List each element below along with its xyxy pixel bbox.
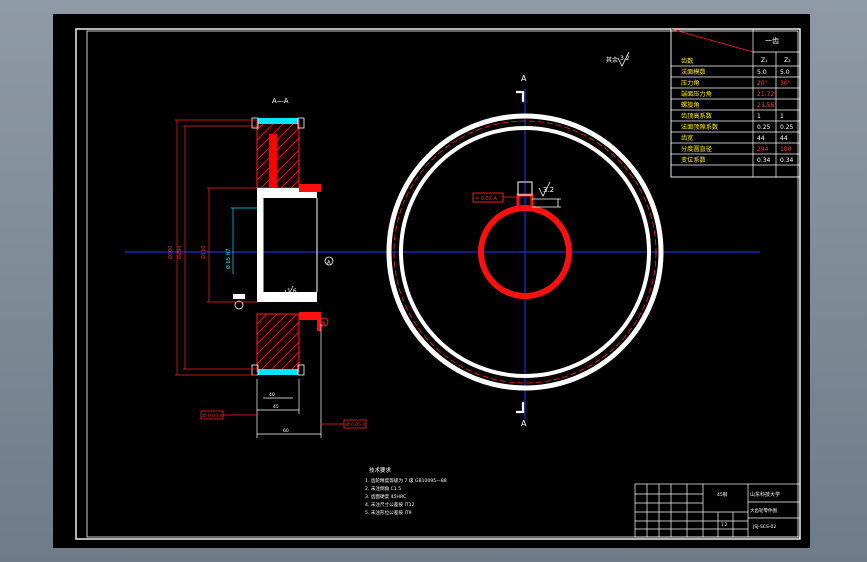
table-row-label: 压力角	[681, 79, 700, 87]
table-row-value-z2: 100	[780, 146, 792, 153]
dim-rim-width: 45	[273, 404, 279, 410]
tech-item: 4. 未注尺寸公差按 IT12	[365, 501, 415, 508]
dim-tooth-width: 40	[269, 392, 275, 398]
table-rows: 齿数法面模数 5.0 5.0 压力角 20° 30° 端面压力角 21.72° 螺旋角 23.56…	[681, 57, 794, 164]
dimension-lines-red	[175, 119, 257, 376]
table-row-value-z1: 1	[757, 113, 761, 120]
table-row-value-z1: 5.0	[757, 69, 767, 76]
table-header-z1: Z₁	[761, 57, 768, 64]
dimension-lines-cyan	[231, 207, 257, 274]
drawing-canvas: = 0.02 A 3.2 A A 其余 3.2 A—A A B 1.6 Ø300…	[53, 14, 810, 548]
tech-title: 技术要求	[369, 466, 392, 474]
table-row-value-z1: 0.34	[757, 157, 771, 164]
cut-label-bottom: A	[521, 419, 527, 428]
tech-items: 1. 齿轮精度等级为 7 级 GB10095—882. 未注倒角 C1.53. …	[365, 477, 447, 516]
title-block-school: 山东科技大学	[750, 491, 780, 498]
general-roughness-label: 其余	[606, 56, 618, 64]
table-row-label: 螺旋角	[681, 101, 700, 109]
cut-plane-top	[516, 90, 525, 102]
table-row-label: 端面压力角	[681, 90, 712, 98]
table-row-label: 变位系数	[681, 156, 707, 164]
svg-text:B: B	[322, 321, 326, 327]
table-header-z2: Z₂	[784, 57, 791, 64]
table-row-value-z1: 294	[757, 146, 769, 153]
title-block-scale: 1:2	[721, 522, 728, 527]
table-row-value-z2: 5.0	[780, 69, 790, 76]
svg-text:Ø 0.05 A: Ø 0.05 A	[346, 421, 366, 428]
table-row-value-z1: 44	[757, 135, 765, 142]
tech-item: 2. 未注倒角 C1.5	[365, 485, 401, 492]
title-block-material: 45钢	[717, 491, 728, 498]
dim-bore-diameter: Ø 65 H7	[225, 249, 232, 269]
cut-plane-bottom	[516, 402, 525, 414]
keyway-section-top	[299, 184, 321, 192]
dim-pitch-diameter: Ø294	[176, 246, 183, 259]
table-row-value-z1: 0.25	[757, 124, 771, 131]
table-row-value-z2: 0.34	[780, 157, 794, 164]
table-row-label: 齿顶高系数	[681, 112, 713, 120]
dim-outer-diameter: Ø300	[167, 246, 174, 259]
table-row-label: 分度圆直径	[681, 145, 712, 153]
svg-text:A: A	[327, 260, 331, 266]
table-row-value-z2: 0.25	[780, 124, 794, 131]
table-row-label: 齿宽	[681, 134, 693, 142]
table-row-value-z1: 23.56°	[757, 102, 777, 109]
title-block-drawing-no: JSJ-SCS-02	[752, 524, 776, 530]
hub-left-wall	[257, 198, 263, 292]
table-row-value-z1: 20°	[757, 80, 768, 87]
title-block-part-name: 大齿轮零件图	[750, 507, 777, 514]
dim-hub-width: 60	[283, 428, 289, 434]
tech-item: 1. 齿轮精度等级为 7 级 GB10095—88	[365, 477, 447, 484]
tech-item: 3. 齿面硬度 45HRC	[365, 493, 406, 500]
section-label: A—A	[272, 97, 289, 105]
table-row-value-z2: 30°	[780, 80, 791, 87]
keyway-tolerance-text: = 0.02 A	[475, 196, 498, 202]
dim-hub-diameter: Ø110	[200, 246, 207, 259]
tooth-cap-top	[258, 118, 298, 124]
table-row-value-z2: 44	[780, 135, 788, 142]
table-title: 一齿	[765, 37, 779, 45]
svg-text:Ø 0.03 A: Ø 0.03 A	[203, 412, 223, 419]
table-row-label: 齿数	[681, 57, 694, 65]
table-row-label: 法面模数	[681, 68, 707, 76]
cad-drawing: = 0.02 A 3.2 A A 其余 3.2 A—A A B 1.6 Ø300…	[75, 28, 801, 540]
cut-label-top: A	[521, 74, 527, 83]
table-row-value-z1: 21.72°	[757, 91, 777, 98]
table-row-value-z2: 1	[780, 113, 784, 120]
tech-item: 5. 未注形位公差按 IT9	[365, 509, 412, 516]
tooth-cap-bottom	[258, 369, 298, 375]
table-row-label: 法面顶隙系数	[681, 123, 719, 131]
